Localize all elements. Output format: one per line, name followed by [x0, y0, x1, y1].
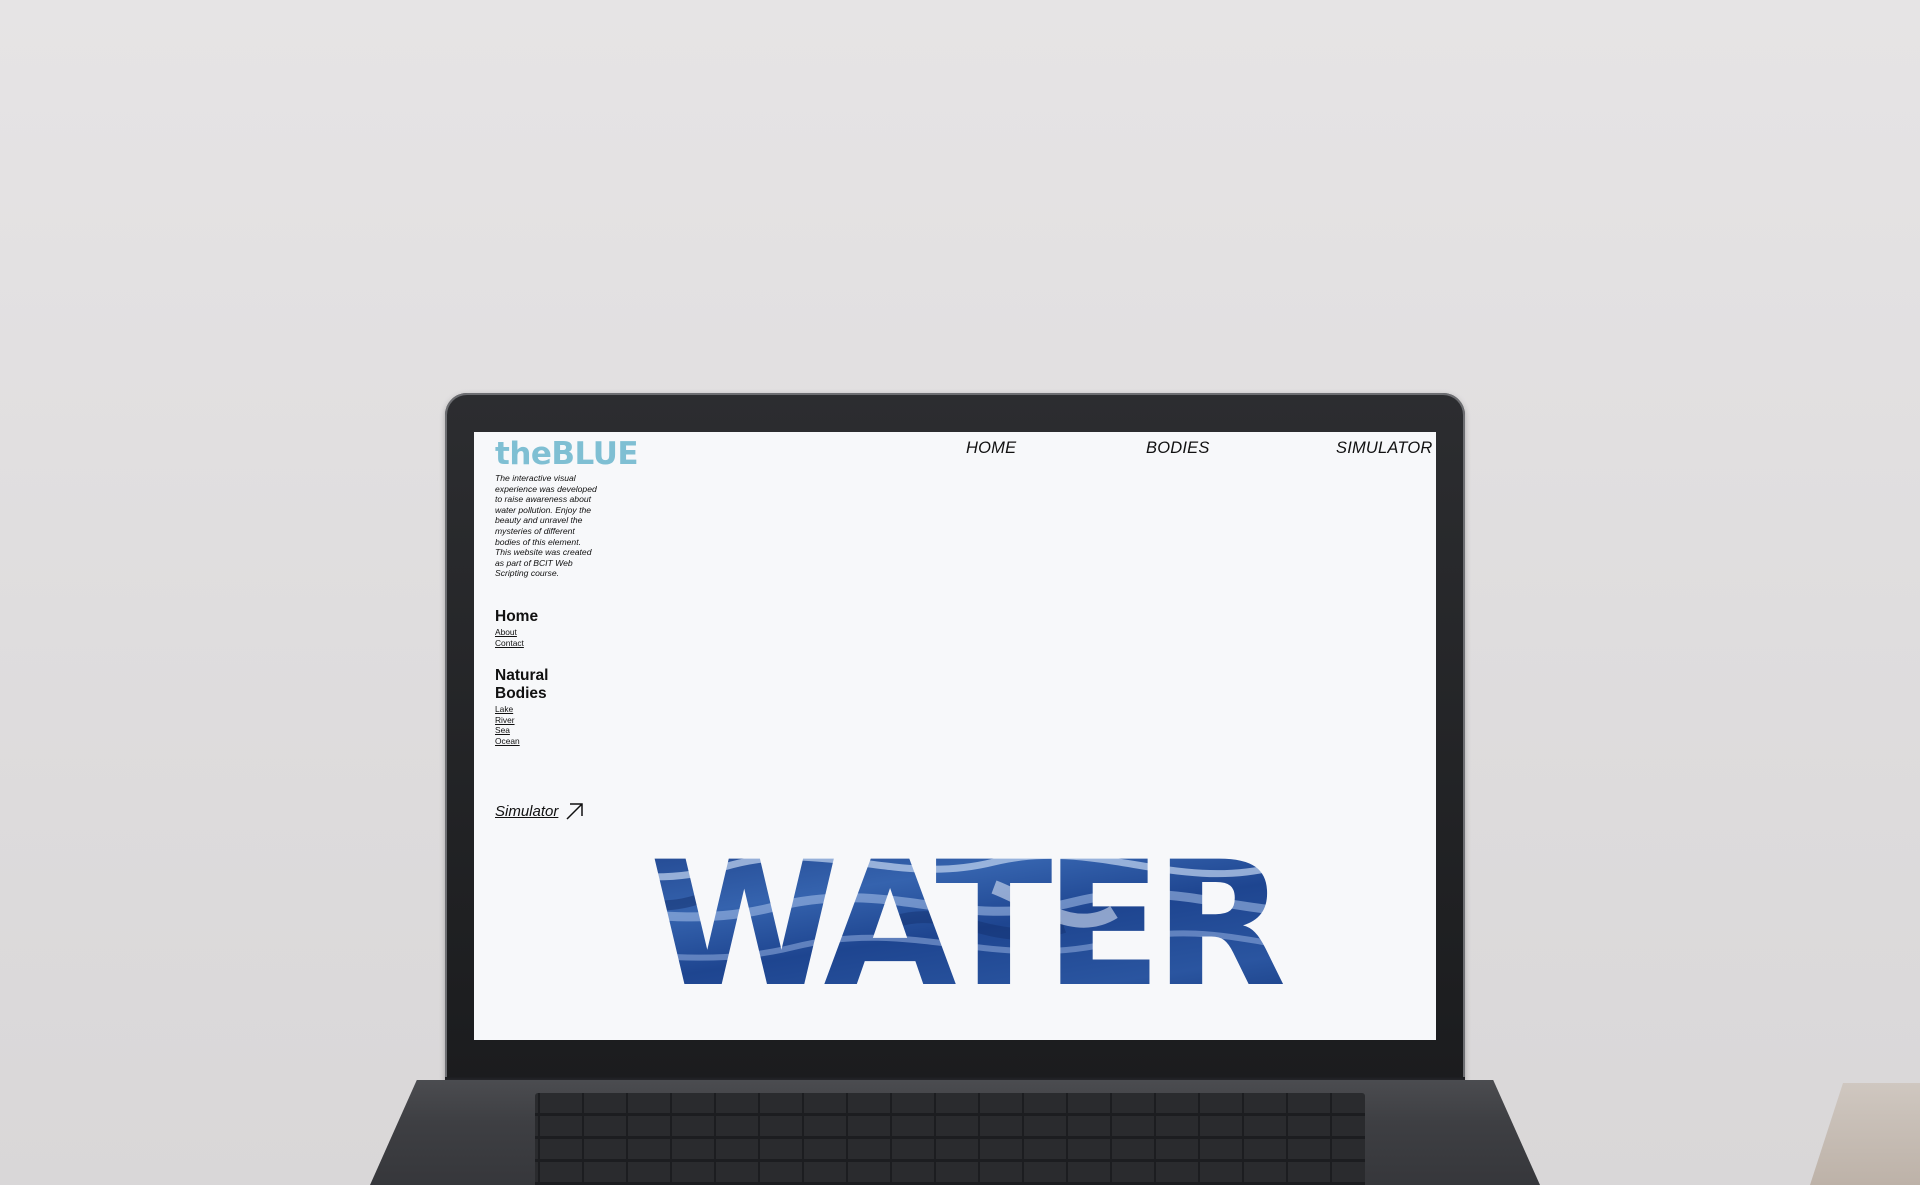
sidebar-link-river[interactable]: River — [495, 715, 520, 726]
simulator-link[interactable]: Simulator — [495, 802, 584, 821]
sidebar-home-links: About Contact — [495, 627, 524, 648]
sidebar-group-natural-bodies[interactable]: Natural Bodies — [495, 667, 575, 703]
sidebar-link-about[interactable]: About — [495, 627, 524, 638]
nav-bodies[interactable]: BODIES — [1146, 439, 1210, 458]
nav-home[interactable]: HOME — [966, 439, 1016, 458]
sidebar-link-contact[interactable]: Contact — [495, 638, 524, 649]
laptop-keyboard — [535, 1093, 1365, 1185]
arrow-up-right-icon — [566, 803, 584, 820]
sidebar-bodies-links: Lake River Sea Ocean — [495, 704, 520, 746]
laptop-screen: theBLUE The interactive visual experienc… — [474, 432, 1436, 1040]
table-surface — [1810, 1083, 1920, 1185]
hero-water-text: WATER — [649, 842, 1291, 992]
site-tagline: The interactive visual experience was de… — [495, 473, 597, 579]
sidebar-group-home[interactable]: Home — [495, 608, 575, 626]
sidebar-link-lake[interactable]: Lake — [495, 704, 520, 715]
simulator-link-label: Simulator — [495, 803, 559, 820]
site-logo[interactable]: theBLUE — [495, 436, 639, 472]
sidebar-link-ocean[interactable]: Ocean — [495, 736, 520, 747]
hero-word: WATER — [649, 842, 1283, 992]
nav-simulator[interactable]: SIMULATOR — [1336, 439, 1433, 458]
sidebar-link-sea[interactable]: Sea — [495, 725, 520, 736]
